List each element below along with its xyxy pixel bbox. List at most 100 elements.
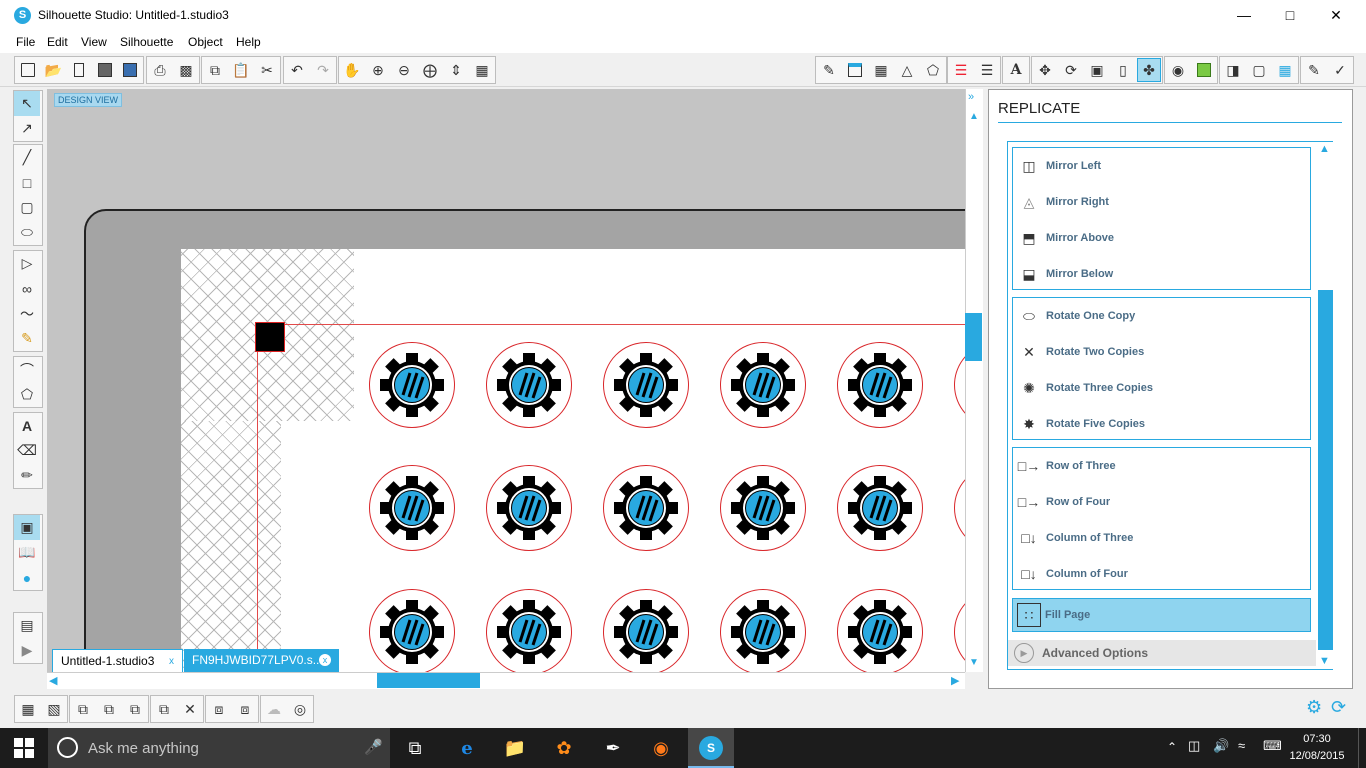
grid-icon[interactable]: ▦ (1273, 58, 1297, 82)
maximize-button[interactable]: □ (1267, 0, 1313, 31)
collapse-panel-icon[interactable]: » (968, 91, 974, 103)
wifi-icon[interactable]: ≈ (1238, 738, 1245, 753)
drag-zoom-icon[interactable]: ⇕ (444, 58, 468, 82)
cut-scissors-icon[interactable]: ✂ (255, 58, 279, 82)
curve-tool-icon[interactable]: ∞ (14, 276, 40, 301)
scroll-left-arrow-icon[interactable]: ◀ (49, 674, 57, 687)
rotate-three-option[interactable]: ✺ Rotate Three Copies (1016, 374, 1308, 402)
line-style-icon[interactable]: ☰ (975, 58, 999, 82)
print-icon[interactable]: ⎙ (148, 58, 172, 82)
make-compound-icon[interactable]: ⧈ (207, 697, 231, 721)
panel-scroll-down-icon[interactable]: ▼ (1319, 655, 1330, 667)
power-icon[interactable]: ◫ (1188, 738, 1200, 754)
scroll-down-arrow-icon[interactable]: ▼ (969, 657, 979, 668)
send-backward-icon[interactable]: ⧉ (97, 697, 121, 721)
clock-date[interactable]: 12/08/2015 (1287, 750, 1347, 762)
menu-edit[interactable]: Edit (46, 33, 69, 51)
save-to-library-icon[interactable] (118, 58, 142, 82)
advanced-options-toggle[interactable]: ▶ Advanced Options (1008, 640, 1316, 666)
trace-icon[interactable]: ◉ (1166, 58, 1190, 82)
text-tool-icon[interactable]: A (14, 413, 40, 438)
new-document-icon[interactable] (16, 58, 40, 82)
cortana-search-box[interactable]: Ask me anything 🎤 (48, 728, 390, 768)
save-icon[interactable] (93, 58, 117, 82)
column-of-four-option[interactable]: □↓ Column of Four (1016, 560, 1308, 588)
undo-icon[interactable]: ↶ (285, 58, 309, 82)
pan-hand-icon[interactable]: ✋ (340, 58, 364, 82)
settings-gear-icon[interactable]: ⚙ (1306, 697, 1322, 718)
polygon-tool-icon[interactable]: ▷ (14, 251, 40, 276)
gear-sticker-icon[interactable] (837, 465, 923, 551)
zoom-out-icon[interactable]: ⊖ (392, 58, 416, 82)
eraser-settings-icon[interactable]: ✎ (817, 58, 841, 82)
microphone-icon[interactable]: 🎤 (364, 738, 383, 756)
menu-help[interactable]: Help (235, 33, 262, 51)
grid-settings-icon[interactable]: ▦ (869, 58, 893, 82)
delete-icon[interactable]: ✕ (178, 697, 202, 721)
arc-tool-icon[interactable]: ⌒ (14, 357, 40, 382)
fill-pattern-icon[interactable]: ⬠ (921, 58, 945, 82)
window-panel-icon[interactable]: ▤ (14, 613, 40, 638)
offset-icon[interactable]: ◎ (288, 697, 312, 721)
edit-points-icon[interactable]: ↗ (14, 116, 40, 141)
replicate-icon[interactable]: ✤ (1137, 58, 1161, 82)
eraser-tool-icon[interactable]: ⌫ (14, 438, 40, 463)
tab-fn9hjwbid[interactable]: FN9HJWBID77LPV0.s... x (184, 649, 339, 672)
text-style-icon[interactable]: A (1004, 58, 1028, 82)
line-color-icon[interactable]: ☰ (949, 58, 973, 82)
send-to-cutter-icon[interactable]: ▩ (174, 58, 198, 82)
gear-sticker-icon[interactable] (486, 589, 572, 672)
page-settings-icon[interactable] (843, 58, 867, 82)
play-icon[interactable]: ▶ (14, 638, 40, 663)
mirror-right-option[interactable]: ◬ Mirror Right (1016, 188, 1308, 216)
gear-sticker-icon[interactable] (486, 342, 572, 428)
move-icon[interactable]: ▯ (1111, 58, 1135, 82)
gear-sticker-icon[interactable] (837, 589, 923, 672)
sync-icon[interactable]: ⟳ (1331, 697, 1346, 718)
sketch-icon[interactable]: ✎ (1302, 58, 1326, 82)
print-cut-icon[interactable]: ◨ (1221, 58, 1245, 82)
menu-object[interactable]: Object (187, 33, 224, 51)
rounded-rectangle-tool-icon[interactable]: ▢ (14, 195, 40, 220)
fit-to-window-icon[interactable]: ▦ (470, 58, 494, 82)
paint-app-icon[interactable]: ✿ (549, 733, 579, 763)
gear-sticker-icon[interactable] (603, 465, 689, 551)
silhouette-store-icon[interactable]: ● (14, 565, 40, 590)
mirror-below-option[interactable]: ⬓ Mirror Below (1016, 260, 1308, 288)
rectangle-tool-icon[interactable]: □ (14, 170, 40, 195)
windows-start-icon[interactable] (14, 738, 34, 758)
library-icon[interactable] (67, 58, 91, 82)
scroll-right-arrow-icon[interactable]: ▶ (951, 674, 959, 687)
knife-tool-icon[interactable]: ✏ (14, 463, 40, 488)
vertical-scroll-thumb[interactable] (965, 313, 982, 361)
rotate-two-option[interactable]: ✕ Rotate Two Copies (1016, 338, 1308, 366)
freehand-tool-icon[interactable]: 〜 (14, 301, 40, 326)
fill-page-button[interactable]: ∷ Fill Page (1012, 598, 1311, 632)
panel-scroll-thumb[interactable] (1318, 290, 1333, 650)
ellipse-tool-icon[interactable]: ⬭ (14, 220, 40, 245)
file-explorer-icon[interactable]: 📁 (500, 733, 530, 763)
clock-time[interactable]: 07:30 (1295, 733, 1339, 745)
row-of-four-option[interactable]: □→ Row of Four (1016, 488, 1308, 516)
canvas-horizontal-scrollbar[interactable]: ◀ ▶ (47, 672, 965, 689)
scale-icon[interactable]: ▣ (1085, 58, 1109, 82)
align-icon[interactable]: ✥ (1033, 58, 1057, 82)
ungroup-icon[interactable]: ▧ (42, 697, 66, 721)
menu-view[interactable]: View (80, 33, 108, 51)
release-compound-icon[interactable]: ⧈ (233, 697, 257, 721)
volume-icon[interactable]: 🔊 (1213, 738, 1229, 754)
gear-sticker-icon[interactable] (369, 589, 455, 672)
paste-icon[interactable]: 📋 (229, 58, 253, 82)
rotate-icon[interactable]: ⟳ (1059, 58, 1083, 82)
row-of-three-option[interactable]: □→ Row of Three (1016, 452, 1308, 480)
scroll-up-arrow-icon[interactable]: ▲ (969, 111, 979, 122)
gear-sticker-icon[interactable] (603, 589, 689, 672)
canvas-vertical-scrollbar[interactable]: » ▲ ▼ (965, 89, 983, 672)
gear-sticker-icon[interactable] (369, 342, 455, 428)
column-of-three-option[interactable]: □↓ Column of Three (1016, 524, 1308, 552)
gear-sticker-icon[interactable] (720, 465, 806, 551)
rotate-five-option[interactable]: ✸ Rotate Five Copies (1016, 410, 1308, 438)
panel-scroll-up-icon[interactable]: ▲ (1319, 143, 1330, 155)
redo-icon[interactable]: ↷ (311, 58, 335, 82)
silhouette-taskbar-button[interactable]: S (688, 728, 734, 768)
